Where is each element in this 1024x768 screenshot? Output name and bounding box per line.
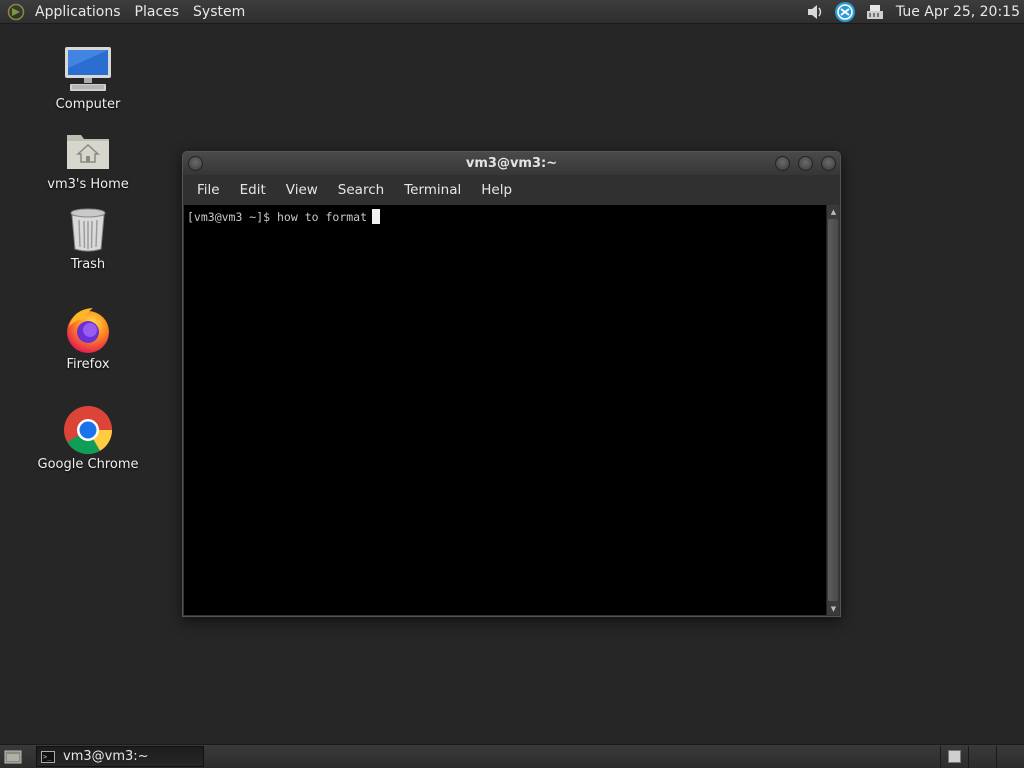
network-icon[interactable]: [864, 1, 886, 23]
clock[interactable]: Tue Apr 25, 20:15: [890, 4, 1024, 20]
workspace-2[interactable]: [968, 745, 996, 768]
scroll-down-arrow-icon[interactable]: ▼: [827, 602, 840, 615]
minimize-button[interactable]: [775, 156, 790, 171]
trash-icon: [62, 205, 114, 255]
menu-search[interactable]: Search: [328, 182, 394, 198]
menu-view[interactable]: View: [276, 182, 328, 198]
workspace-1[interactable]: [940, 745, 968, 768]
window-menu-button[interactable]: [188, 156, 203, 171]
terminal-window[interactable]: vm3@vm3:~ File Edit View Search Terminal…: [182, 151, 841, 617]
menu-applications[interactable]: Applications: [28, 0, 128, 24]
firefox-icon: [62, 305, 114, 355]
taskbar-button-label: vm3@vm3:~: [63, 749, 149, 764]
prompt-line: [vm3@vm3 ~]$ how to format: [187, 209, 381, 224]
window-titlebar[interactable]: vm3@vm3:~: [183, 152, 840, 175]
show-desktop-icon[interactable]: [2, 746, 24, 768]
home-folder-icon: [62, 125, 114, 175]
desktop-icon-trash[interactable]: Trash: [33, 205, 143, 272]
menu-system[interactable]: System: [186, 0, 252, 24]
terminal-menubar: File Edit View Search Terminal Help: [183, 175, 840, 205]
workspace-3[interactable]: [996, 745, 1024, 768]
desktop-icon-label: Google Chrome: [37, 457, 139, 472]
prompt-text: [vm3@vm3 ~]$ how to format: [187, 210, 368, 224]
update-notifier-icon[interactable]: [834, 1, 856, 23]
menu-file[interactable]: File: [187, 182, 230, 198]
terminal-icon: >_: [41, 750, 55, 763]
menu-help[interactable]: Help: [471, 182, 522, 198]
close-button[interactable]: [821, 156, 836, 171]
scrollbar-thumb[interactable]: [828, 219, 838, 601]
desktop-icon-computer[interactable]: Computer: [33, 45, 143, 112]
menu-terminal[interactable]: Terminal: [394, 182, 471, 198]
desktop-icon-firefox[interactable]: Firefox: [33, 305, 143, 372]
window-title: vm3@vm3:~: [465, 156, 558, 171]
volume-icon[interactable]: [804, 1, 826, 23]
terminal-output-area[interactable]: [vm3@vm3 ~]$ how to format: [184, 205, 827, 615]
desktop-icon-label: Firefox: [66, 357, 110, 372]
chrome-icon: [62, 405, 114, 455]
scroll-up-arrow-icon[interactable]: ▲: [827, 205, 840, 218]
desktop-icon-home[interactable]: vm3's Home: [33, 125, 143, 192]
menu-edit[interactable]: Edit: [230, 182, 276, 198]
workspace-switcher[interactable]: [940, 745, 1024, 768]
desktop-icon-label: vm3's Home: [47, 177, 129, 192]
desktop-icon-label: Trash: [70, 257, 106, 272]
bottom-panel: >_ vm3@vm3:~: [0, 744, 1024, 768]
text-cursor: [372, 209, 381, 224]
desktop-icon-label: Computer: [55, 97, 121, 112]
active-workspace-indicator: [948, 750, 961, 763]
maximize-button[interactable]: [798, 156, 813, 171]
terminal-scrollbar[interactable]: ▲ ▼: [826, 205, 839, 615]
menu-places[interactable]: Places: [128, 0, 187, 24]
top-panel: Applications Places System Tue Apr 25, 2…: [0, 0, 1024, 24]
desktop-icon-chrome[interactable]: Google Chrome: [33, 405, 143, 472]
taskbar-terminal-button[interactable]: >_ vm3@vm3:~: [36, 746, 204, 767]
distro-logo-icon[interactable]: [4, 0, 28, 24]
computer-icon: [62, 45, 114, 95]
system-tray: Tue Apr 25, 20:15: [800, 0, 1024, 24]
